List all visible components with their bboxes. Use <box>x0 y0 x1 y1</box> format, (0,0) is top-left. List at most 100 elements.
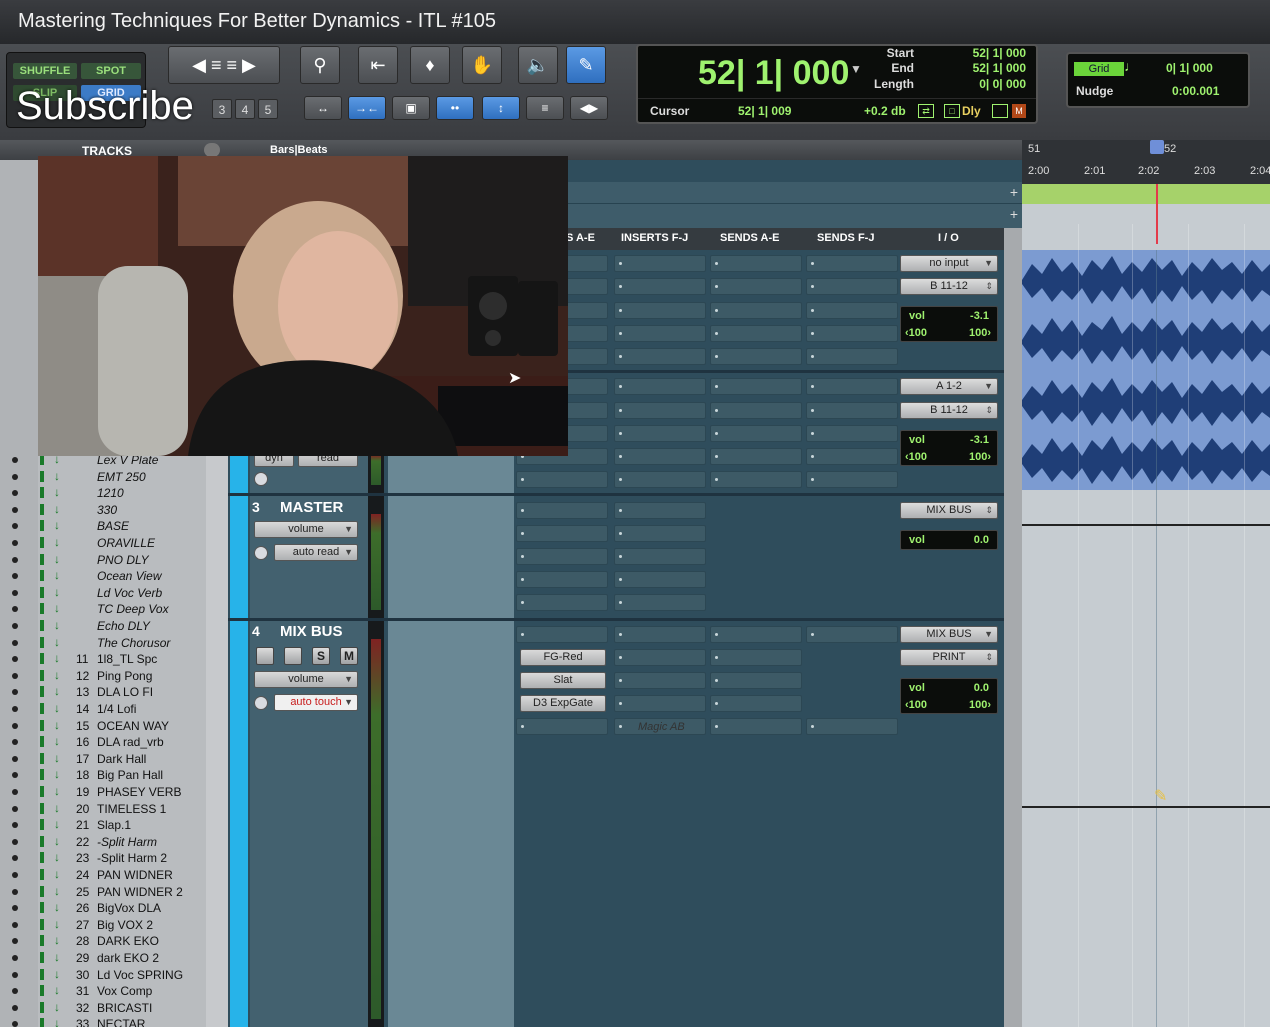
empty-slot[interactable] <box>806 718 898 735</box>
track-show-dot-icon[interactable] <box>12 789 18 795</box>
track-list-item[interactable]: ↓ 25 PAN WIDNER 2 <box>0 884 228 900</box>
track-active-icon[interactable] <box>40 636 44 648</box>
track-list-item[interactable]: ↓ 31 Vox Comp <box>0 983 228 999</box>
track-show-dot-icon[interactable] <box>12 888 18 895</box>
track-show-dot-icon[interactable] <box>12 490 18 497</box>
track-show-dot-icon[interactable] <box>12 706 18 712</box>
track-list-name[interactable]: PNO DLY <box>97 553 149 567</box>
mute-button[interactable]: M <box>340 647 358 665</box>
pan-right-value[interactable]: 100› <box>969 451 991 463</box>
playhead-marker-icon[interactable] <box>1150 140 1164 154</box>
automation-line-mixbus[interactable] <box>1022 806 1270 808</box>
add-icon[interactable]: + <box>1010 206 1018 222</box>
track-list-name[interactable]: 1l8_TL Spc <box>97 652 157 666</box>
track-show-dot-icon[interactable] <box>12 905 18 912</box>
comments-area[interactable] <box>388 621 514 1027</box>
track-active-icon[interactable] <box>40 935 44 947</box>
track-show-dot-icon[interactable] <box>12 523 18 530</box>
empty-slot[interactable] <box>516 471 608 488</box>
track-active-icon[interactable] <box>40 553 44 565</box>
output-selector[interactable]: B 11-12 ⇕ <box>900 402 998 419</box>
length-value[interactable]: 0| 0| 000 <box>946 77 1026 91</box>
empty-slot[interactable] <box>806 325 898 342</box>
empty-slot[interactable] <box>710 378 802 395</box>
input-selector[interactable]: MIX BUS ▼ <box>900 626 998 643</box>
track-list-item[interactable]: ↓ 23 -Split Harm 2 <box>0 850 228 866</box>
empty-slot[interactable] <box>516 548 608 565</box>
track-list-item[interactable]: ↓ 22 -Split Harm <box>0 834 228 850</box>
empty-slot[interactable] <box>614 425 706 442</box>
subscribe-overlay[interactable]: Subscribe <box>16 84 194 129</box>
vol-value[interactable]: 0.0 <box>974 534 989 546</box>
empty-slot[interactable] <box>614 255 706 272</box>
track-list-name[interactable]: DLA LO FI <box>97 685 153 699</box>
empty-slot[interactable] <box>614 502 706 519</box>
empty-slot[interactable] <box>806 448 898 465</box>
spot-mode-button[interactable]: SPOT <box>81 63 141 79</box>
empty-slot[interactable] <box>614 626 706 643</box>
track-show-dot-icon[interactable] <box>12 506 18 513</box>
pan-right-value[interactable]: 100› <box>969 327 991 339</box>
dly-toggle-icon[interactable]: □ <box>944 104 960 118</box>
track-show-dot-icon[interactable] <box>12 473 18 480</box>
empty-slot[interactable] <box>516 525 608 542</box>
track-show-dot-icon[interactable] <box>12 623 18 629</box>
track-active-icon[interactable] <box>40 736 44 748</box>
track-list-item[interactable]: ↓ 33 NECTAR <box>0 1016 228 1027</box>
track-active-icon[interactable] <box>40 586 44 598</box>
empty-slot[interactable] <box>806 302 898 319</box>
empty-slot[interactable] <box>614 302 706 319</box>
empty-slot[interactable] <box>614 348 706 365</box>
vol-value[interactable]: -3.1 <box>970 310 989 322</box>
track-active-icon[interactable] <box>40 819 44 831</box>
pencil-tool-icon[interactable]: ✎ <box>566 46 606 84</box>
empty-slot[interactable] <box>806 378 898 395</box>
pan-left-value[interactable]: ‹100 <box>905 699 927 711</box>
track-active-icon[interactable] <box>40 769 44 781</box>
empty-slot[interactable] <box>710 255 802 272</box>
track-list-name[interactable]: ORAVILLE <box>97 536 155 550</box>
grabber-tool-icon[interactable]: ✋ <box>462 46 502 84</box>
mute-state-icon[interactable] <box>992 104 1008 118</box>
track-show-dot-icon[interactable] <box>12 872 18 878</box>
track-show-dot-icon[interactable] <box>12 988 18 995</box>
add-icon[interactable]: + <box>1010 184 1018 200</box>
pan-left-value[interactable]: ‹100 <box>905 451 927 463</box>
track-list-name[interactable]: 1210 <box>97 486 124 500</box>
automation-enable-icon[interactable] <box>254 696 268 710</box>
main-counter-value[interactable]: 52| 1| 000 <box>698 54 849 93</box>
empty-slot[interactable] <box>516 594 608 611</box>
empty-slot[interactable] <box>614 672 706 689</box>
record-button[interactable] <box>256 647 274 665</box>
track-show-dot-icon[interactable] <box>12 822 18 829</box>
track-active-icon[interactable] <box>40 902 44 914</box>
grid-button[interactable]: Grid <box>1074 62 1124 76</box>
track-list-item[interactable]: ↓ 11 1l8_TL Spc <box>0 651 228 667</box>
zoom-preset-3[interactable]: 3 <box>212 99 232 119</box>
empty-slot[interactable] <box>710 695 802 712</box>
empty-slot[interactable] <box>710 448 802 465</box>
track-list-name[interactable]: Vox Comp <box>97 984 152 998</box>
track-active-icon[interactable] <box>40 835 44 847</box>
empty-slot[interactable] <box>516 502 608 519</box>
track-active-icon[interactable] <box>40 703 44 714</box>
track-list-item[interactable]: ↓ 12 Ping Pong <box>0 668 228 684</box>
empty-slot[interactable] <box>806 255 898 272</box>
empty-slot[interactable] <box>710 649 802 666</box>
track-show-dot-icon[interactable] <box>12 1021 18 1027</box>
trim-tool-icon[interactable]: ⇤ <box>358 46 398 84</box>
track-list-item[interactable]: ↓ 18 Big Pan Hall <box>0 767 228 783</box>
track-list-name[interactable]: Dark Hall <box>97 752 146 766</box>
track-list-name[interactable]: Big Pan Hall <box>97 768 163 782</box>
insert-plugin-d3-expgate[interactable]: D3 ExpGate <box>520 695 606 712</box>
empty-slot[interactable] <box>614 278 706 295</box>
vol-value[interactable]: -3.1 <box>970 434 989 446</box>
insert-plugin-slat[interactable]: Slat <box>520 672 606 689</box>
view-selector[interactable]: volume ▼ <box>254 521 358 538</box>
track-name-master[interactable]: MASTER <box>280 499 343 516</box>
zoom-preset-4[interactable]: 4 <box>235 99 255 119</box>
empty-slot[interactable] <box>614 471 706 488</box>
output-selector[interactable]: PRINT ⇕ <box>900 649 998 666</box>
zoom-preset-5[interactable]: 5 <box>258 99 278 119</box>
track-list-item[interactable]: ↓ 17 Dark Hall <box>0 751 228 767</box>
